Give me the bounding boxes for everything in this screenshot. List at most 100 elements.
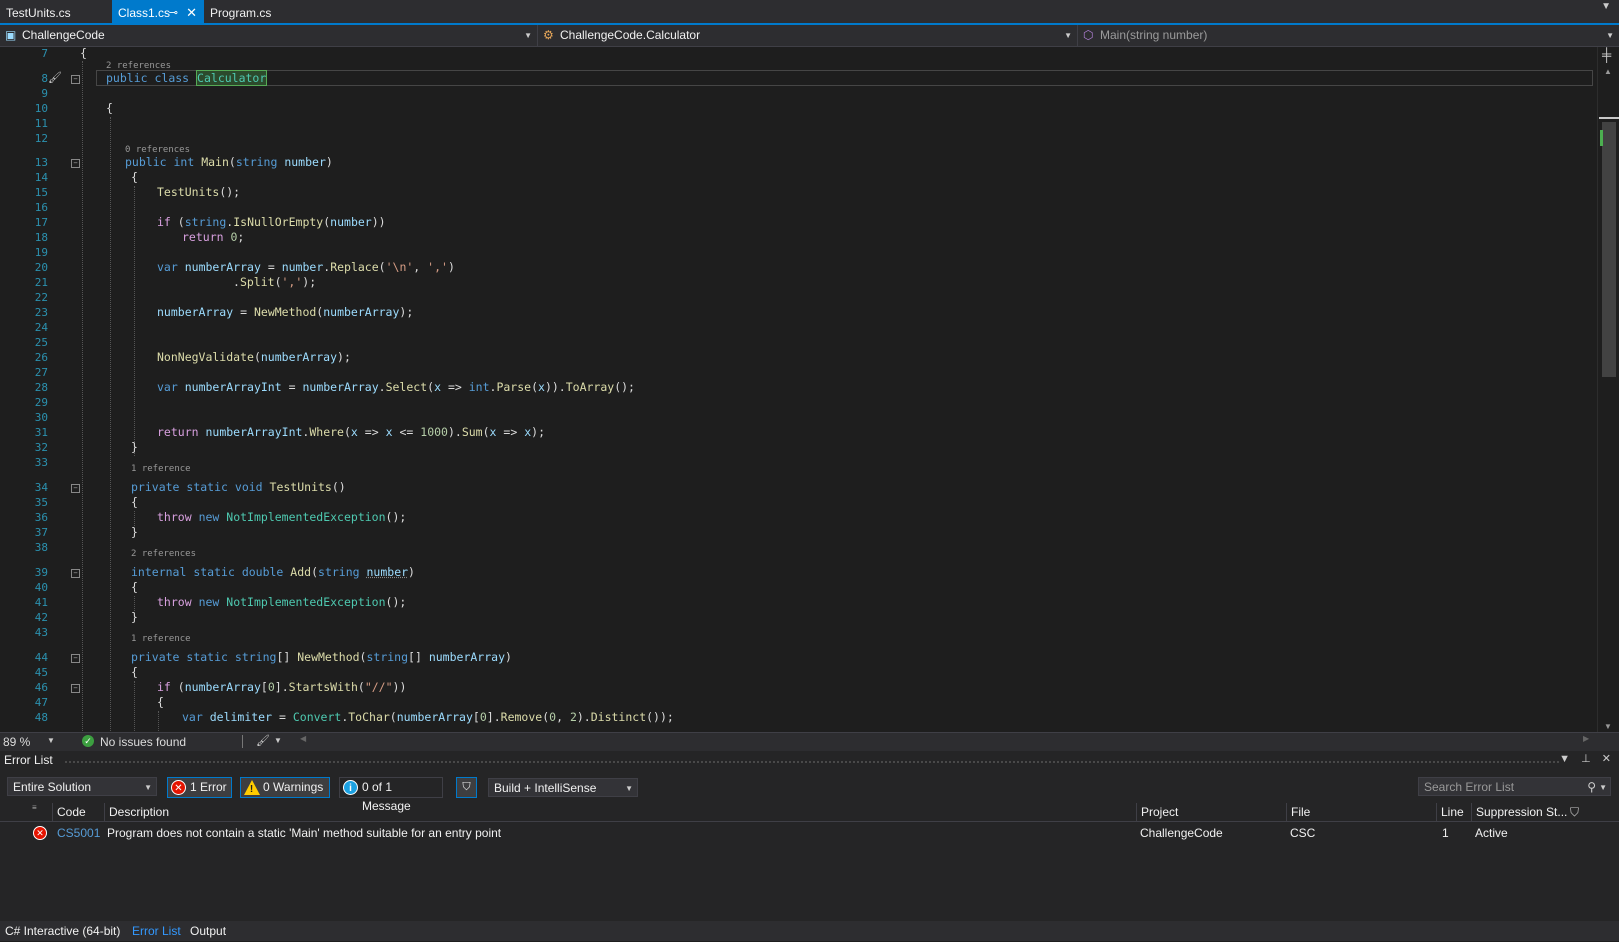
zoom-level[interactable]: 89 % (3, 735, 30, 749)
change-marker (1600, 130, 1603, 146)
csharp-project-icon: ▣ (5, 28, 17, 42)
collapse-icon[interactable]: − (71, 484, 80, 493)
tab-label: TestUnits.cs (6, 6, 71, 20)
code-editor[interactable]: 7 8 9 10 11 12 13 14 15 16 17 18 19 20 2… (0, 47, 1597, 732)
code-line: NonNegValidate(numberArray); (157, 350, 351, 364)
class-selector[interactable]: ⚙ ChallengeCode.Calculator ▼ (538, 25, 1078, 46)
scroll-right-icon[interactable]: ▶ (1583, 734, 1589, 743)
column-file[interactable]: File (1286, 803, 1436, 821)
code-lens-references[interactable]: 2 references (106, 61, 171, 71)
line-number: 26 (34, 351, 48, 364)
quick-actions-brush-icon[interactable]: 🖌 (48, 71, 62, 84)
code-cleanup-icon[interactable]: 🖌 (256, 734, 270, 747)
chevron-down-icon[interactable]: ▼ (1599, 778, 1607, 797)
error-code-link[interactable]: CS5001 (57, 822, 100, 843)
filter-toggle-icon[interactable]: ⛉ (456, 777, 477, 798)
errors-filter-button[interactable]: ✕ 1 Error (167, 777, 232, 798)
code-lens-references[interactable]: 2 references (131, 549, 196, 559)
messages-filter-button[interactable]: i 0 of 1 Message (339, 777, 443, 813)
navigation-bar: ▣ ChallengeCode ▼ ⚙ ChallengeCode.Calcul… (0, 25, 1619, 47)
column-line[interactable]: Line (1436, 803, 1471, 821)
tab-overflow-icon[interactable]: ▼ (1601, 1, 1611, 12)
line-number: 39 (34, 566, 48, 579)
code-line: public class Calculator (106, 70, 268, 86)
tab-program-cs[interactable]: Program.cs (204, 0, 284, 23)
pin-icon[interactable]: ⊥ (1581, 753, 1591, 765)
sort-column[interactable]: ≡ (28, 803, 50, 821)
line-number: 38 (34, 541, 48, 554)
panel-grip[interactable] (64, 760, 1559, 764)
scope-dropdown[interactable]: Entire Solution ▼ (7, 777, 157, 796)
search-error-list-input[interactable]: Search Error List ⚲ ▼ (1418, 777, 1611, 796)
error-suppression-state: Active (1475, 826, 1508, 840)
warning-icon: ! (244, 780, 260, 795)
warnings-filter-button[interactable]: ! 0 Warnings (240, 777, 330, 798)
collapse-icon[interactable]: − (71, 654, 80, 663)
search-icon[interactable]: ⚲ (1587, 778, 1596, 797)
panel-title: Error List (4, 753, 53, 767)
column-code[interactable]: Code (52, 803, 104, 821)
error-line: 1 (1442, 826, 1449, 840)
column-filter-icon[interactable]: ⛉ (1570, 805, 1579, 820)
line-number: 20 (34, 261, 48, 274)
code-line: public int Main(string number) (125, 155, 333, 169)
document-tab-strip: TestUnits.cs Class1.cs ⊸ ✕ Program.cs ▼ (0, 0, 1619, 25)
chevron-down-icon[interactable]: ▼ (274, 736, 282, 745)
error-list-toolbar: Entire Solution ▼ ✕ 1 Error ! 0 Warnings… (0, 773, 1619, 813)
line-number: 33 (34, 456, 48, 469)
tab-error-list[interactable]: Error List (132, 921, 181, 941)
project-name: ChallengeCode (22, 28, 105, 42)
tab-csharp-interactive[interactable]: C# Interactive (64-bit) (5, 921, 120, 941)
error-project: ChallengeCode (1140, 826, 1223, 840)
chevron-down-icon: ▼ (144, 783, 152, 792)
column-project[interactable]: Project (1136, 803, 1286, 821)
error-list-header: ≡ Code Description Project File Line Sup… (0, 803, 1619, 822)
project-selector[interactable]: ▣ ChallengeCode ▼ (0, 25, 538, 46)
collapse-icon[interactable]: − (71, 159, 80, 168)
line-number: 11 (34, 117, 48, 130)
scroll-left-icon[interactable]: ◀ (300, 734, 306, 743)
tab-output[interactable]: Output (190, 921, 226, 941)
code-line: { (131, 170, 138, 184)
table-row[interactable]: ✕ CS5001 Program does not contain a stat… (0, 822, 1619, 843)
code-line: var numberArrayInt = numberArray.Select(… (157, 380, 635, 394)
scroll-up-icon[interactable]: ▲ (1604, 67, 1612, 76)
line-number: 21 (34, 276, 48, 289)
vertical-scrollbar[interactable]: ╪ ▲ ▼ (1597, 47, 1619, 732)
tab-class1-cs[interactable]: Class1.cs ⊸ ✕ (112, 0, 204, 23)
code-lens-references[interactable]: 1 reference (131, 464, 191, 474)
scrollbar-thumb[interactable] (1602, 122, 1616, 377)
code-line: { (131, 495, 138, 509)
split-window-icon[interactable]: ╪ (1602, 47, 1611, 62)
code-lens-references[interactable]: 1 reference (131, 634, 191, 644)
line-number: 19 (34, 246, 48, 259)
indent-guide (82, 61, 83, 731)
code-line: .Split(','); (233, 275, 317, 289)
code-line: var numberArray = number.Replace('\n', '… (157, 260, 455, 274)
tool-window-tabs: C# Interactive (64-bit) Error List Outpu… (0, 921, 1619, 941)
line-number: 22 (34, 291, 48, 304)
code-line: numberArray = NewMethod(numberArray); (157, 305, 414, 319)
close-icon[interactable]: ✕ (186, 0, 197, 26)
pin-icon[interactable]: ⊸ (169, 0, 178, 26)
code-line: if (string.IsNullOrEmpty(number)) (157, 215, 386, 229)
line-number: 35 (34, 496, 48, 509)
column-description[interactable]: Description (104, 803, 1138, 821)
line-number: 34 (34, 481, 48, 494)
close-icon[interactable]: ✕ (1602, 753, 1611, 765)
collapse-icon[interactable]: − (71, 75, 80, 84)
chevron-down-icon: ▼ (625, 784, 633, 793)
window-position-icon[interactable]: ▼ (1559, 753, 1570, 765)
issues-indicator[interactable]: No issues found (100, 735, 186, 749)
build-filter-dropdown[interactable]: Build + IntelliSense ▼ (488, 778, 638, 797)
collapse-icon[interactable]: − (71, 569, 80, 578)
tab-testunits-cs[interactable]: TestUnits.cs (0, 0, 112, 23)
scroll-down-icon[interactable]: ▼ (1604, 722, 1612, 731)
code-lens-references[interactable]: 0 references (125, 145, 190, 155)
scroll-position-marker (1599, 117, 1619, 119)
line-number-gutter: 7 8 9 10 11 12 13 14 15 16 17 18 19 20 2… (0, 47, 56, 732)
member-selector[interactable]: ⬡ Main(string number) ▼ (1078, 25, 1619, 46)
line-number: 32 (34, 441, 48, 454)
collapse-icon[interactable]: − (71, 684, 80, 693)
chevron-down-icon[interactable]: ▼ (47, 736, 55, 745)
